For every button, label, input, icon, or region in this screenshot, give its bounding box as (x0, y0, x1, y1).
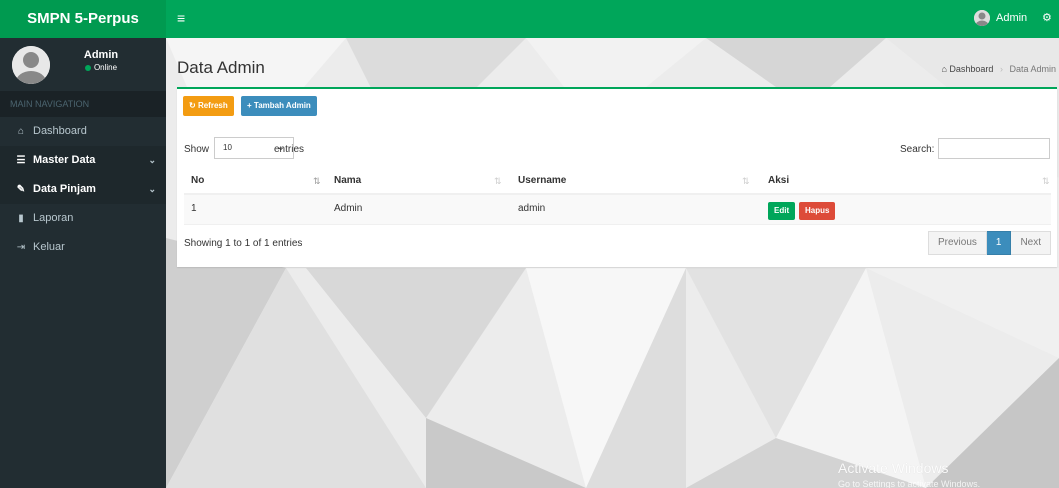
home-icon: ⌂ (17, 126, 25, 137)
sort-icon[interactable]: ⇅ (1042, 176, 1050, 187)
breadcrumb-separator: › (999, 64, 1003, 74)
search-label: Search: (900, 144, 935, 155)
top-navbar: ≡ Admin ⚙ (166, 0, 1059, 38)
sort-icon[interactable]: ⇅ (494, 176, 502, 187)
table-info: Showing 1 to 1 of 1 entries (184, 238, 303, 249)
top-user-name[interactable]: Admin (996, 12, 1027, 24)
delete-button[interactable]: Hapus (799, 202, 836, 220)
column-header-username[interactable]: Username (518, 167, 566, 193)
pagination-previous[interactable]: Previous (927, 231, 987, 255)
column-header-nama[interactable]: Nama (334, 167, 361, 193)
show-label: Show (184, 144, 210, 155)
breadcrumb-current: Data Admin (1009, 64, 1056, 74)
status-dot-icon (84, 64, 91, 71)
gears-icon[interactable]: ⚙ (1042, 11, 1052, 24)
sidebar-item-keluar[interactable]: ⇥ Keluar (0, 233, 166, 262)
search-input[interactable] (938, 138, 1050, 159)
menu-toggle-icon[interactable]: ≡ (177, 10, 185, 26)
activate-windows-watermark: Activate Windows (838, 460, 949, 476)
data-box: ↻ Refresh + Tambah Admin Show 10 ⌄ entri… (177, 87, 1057, 267)
pagination: Previous 1 Next (927, 231, 1051, 255)
top-user-avatar[interactable] (974, 10, 990, 26)
app-logo[interactable]: SMPN 5-Perpus (0, 0, 166, 38)
add-admin-button[interactable]: + Tambah Admin (241, 96, 317, 116)
chevron-down-icon: ⌄ (148, 155, 156, 165)
table-row: 1 Admin admin Edit Hapus (184, 195, 1051, 225)
sidebar-item-laporan[interactable]: ▮ Laporan (0, 204, 166, 233)
sidebar-item-dashboard[interactable]: ⌂ Dashboard (0, 117, 166, 146)
entries-label: entries (274, 144, 305, 155)
breadcrumb: ⌂ Dashboard › Data Admin (941, 64, 1056, 74)
admin-table: No ⇅ Nama ⇅ Username ⇅ Aksi ⇅ 1 Admin ad… (184, 167, 1051, 225)
sign-out-icon: ⇥ (16, 242, 26, 253)
sidebar-item-data-pinjam[interactable]: ✎ Data Pinjam ⌄ (0, 175, 166, 204)
cell-username: admin (518, 203, 546, 214)
refresh-button[interactable]: ↻ Refresh (183, 96, 234, 116)
home-icon: ⌂ (941, 64, 947, 74)
file-icon: ▮ (18, 213, 24, 224)
pagination-next[interactable]: Next (1011, 231, 1051, 255)
pagination-page-1[interactable]: 1 (986, 231, 1012, 255)
sidebar-item-master-data[interactable]: ☰ Master Data ⌄ (0, 146, 166, 175)
refresh-icon: ↻ (189, 101, 196, 110)
edit-button[interactable]: Edit (768, 202, 796, 220)
user-status: Online (56, 63, 146, 72)
cell-no: 1 (191, 203, 197, 214)
pencil-icon: ✎ (16, 184, 26, 195)
column-header-no[interactable]: No (191, 167, 204, 193)
content-wrapper: Data Admin ⌂ Dashboard › Data Admin ↻ Re… (166, 38, 1059, 488)
column-header-aksi[interactable]: Aksi (768, 167, 789, 193)
sort-asc-icon[interactable]: ⇅ (313, 176, 321, 187)
user-panel: Admin Online (0, 38, 166, 91)
page-title: Data Admin (177, 58, 265, 77)
nav-header: MAIN NAVIGATION (0, 91, 166, 117)
cell-nama: Admin (334, 203, 363, 214)
sidebar: SMPN 5-Perpus Admin Online MAIN NAVIGATI… (0, 0, 166, 488)
user-avatar (12, 46, 50, 84)
table-header-row: No ⇅ Nama ⇅ Username ⇅ Aksi ⇅ (184, 167, 1051, 195)
database-icon: ☰ (16, 155, 26, 166)
breadcrumb-home-link[interactable]: Dashboard (949, 64, 993, 74)
user-name: Admin (83, 49, 119, 61)
sort-icon[interactable]: ⇅ (742, 176, 750, 187)
plus-icon: + (247, 101, 252, 110)
activate-windows-subtitle: Go to Settings to activate Windows. (838, 479, 981, 488)
chevron-down-icon: ⌄ (148, 184, 156, 194)
